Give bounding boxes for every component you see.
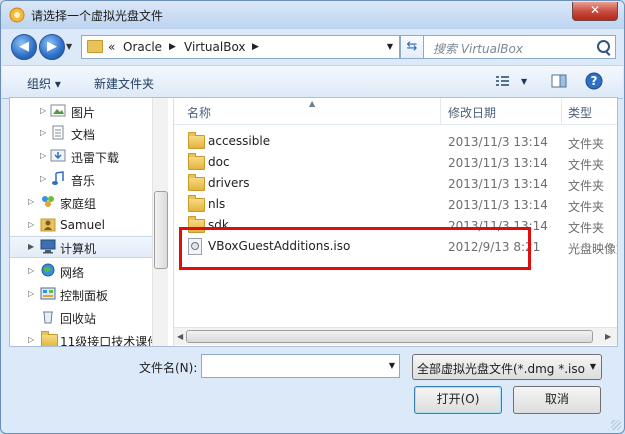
cancel-button[interactable]: 取消 bbox=[513, 386, 601, 414]
music-icon bbox=[52, 171, 64, 185]
file-list[interactable]: ▲ 名称 修改日期 类型 accessible 2013/11/3 13:14 … bbox=[174, 98, 617, 346]
highlight-annotation bbox=[179, 227, 531, 270]
download-icon bbox=[50, 149, 66, 162]
back-button[interactable]: ◀ bbox=[11, 34, 37, 60]
folder-icon bbox=[87, 40, 103, 53]
help-icon[interactable]: ? bbox=[585, 72, 603, 90]
file-row[interactable]: doc 2013/11/3 13:14 文件夹 bbox=[174, 152, 617, 173]
chevron-down-icon[interactable]: ▼ bbox=[389, 361, 395, 370]
expand-icon[interactable]: ▷ bbox=[40, 174, 46, 183]
scroll-left-icon[interactable]: ◀ bbox=[177, 332, 183, 341]
expand-icon[interactable]: ▷ bbox=[40, 151, 46, 160]
documents-icon bbox=[52, 125, 64, 140]
browser-area: ▷ 图片 ▷ 文档 ▷ 迅雷下载 ▷ 音乐 ▷ 家庭组 ▷ Samuel ▶ 计… bbox=[9, 97, 618, 347]
address-dropdown[interactable]: ▼ bbox=[381, 35, 400, 59]
expand-icon[interactable]: ▶ bbox=[28, 242, 34, 251]
sidebar-item-recycle-bin[interactable]: 回收站 bbox=[10, 306, 160, 328]
sidebar-item-music[interactable]: ▷ 音乐 bbox=[10, 168, 160, 190]
expand-icon[interactable]: ▷ bbox=[40, 106, 46, 115]
recent-locations-dropdown[interactable]: ▼ bbox=[66, 42, 72, 51]
title-bar[interactable]: 请选择一个虚拟光盘文件 ✕ bbox=[1, 1, 624, 29]
preview-pane-icon[interactable] bbox=[550, 72, 568, 90]
homegroup-icon bbox=[42, 196, 54, 207]
filename-label: 文件名(N): bbox=[139, 361, 198, 375]
scrollbar-thumb[interactable] bbox=[186, 330, 593, 343]
window-title: 请选择一个虚拟光盘文件 bbox=[31, 9, 164, 23]
folder-icon bbox=[188, 174, 205, 191]
search-input[interactable]: 搜索 VirtualBox bbox=[423, 35, 616, 59]
scrollbar-thumb[interactable] bbox=[154, 191, 168, 269]
control-panel-icon bbox=[40, 287, 56, 300]
close-button[interactable]: ✕ bbox=[572, 2, 618, 21]
file-type-select[interactable]: 全部虚拟光盘文件(*.dmg *.iso ▼ bbox=[412, 354, 602, 380]
column-name[interactable]: 名称 bbox=[187, 104, 211, 121]
column-type[interactable]: 类型 bbox=[568, 104, 592, 121]
forward-button[interactable]: ▶ bbox=[39, 34, 65, 60]
chevron-right-icon[interactable]: ▶ bbox=[169, 42, 176, 52]
breadcrumb-overflow[interactable]: « bbox=[108, 40, 115, 54]
view-dropdown-icon[interactable]: ▼ bbox=[521, 77, 527, 86]
sort-ascending-icon: ▲ bbox=[309, 99, 316, 108]
new-folder-button[interactable]: 新建文件夹 bbox=[94, 75, 154, 92]
recycle-bin-icon bbox=[43, 311, 53, 324]
navigation-bar: ◀ ▶ ▼ « Oracle ▶ VirtualBox ▶ ▼ ⇆ 搜索 Vir… bbox=[9, 33, 616, 61]
computer-icon bbox=[40, 239, 56, 254]
sidebar-item-homegroup[interactable]: ▷ 家庭组 bbox=[10, 191, 160, 213]
refresh-button[interactable]: ⇆ bbox=[400, 35, 424, 59]
file-row[interactable]: accessible 2013/11/3 13:14 文件夹 bbox=[174, 131, 617, 152]
refresh-icon: ⇆ bbox=[406, 39, 418, 54]
pictures-icon bbox=[50, 104, 66, 117]
virtualbox-icon bbox=[9, 7, 25, 23]
address-bar[interactable]: « Oracle ▶ VirtualBox ▶ bbox=[81, 35, 383, 59]
expand-icon[interactable]: ▷ bbox=[28, 289, 34, 298]
filename-input[interactable]: ▼ bbox=[201, 354, 400, 378]
sidebar-item-downloads[interactable]: ▷ 迅雷下载 bbox=[10, 145, 160, 167]
sidebar-item-documents[interactable]: ▷ 文档 bbox=[10, 122, 160, 144]
view-options-icon[interactable] bbox=[494, 72, 512, 90]
organize-button[interactable]: 组织 ▾ bbox=[27, 75, 61, 92]
nav-pane-scrollbar[interactable] bbox=[152, 98, 168, 346]
column-date[interactable]: 修改日期 bbox=[448, 104, 496, 121]
breadcrumb-virtualbox[interactable]: VirtualBox bbox=[184, 40, 246, 54]
expand-icon[interactable]: ▷ bbox=[28, 220, 34, 229]
folder-icon bbox=[41, 331, 58, 346]
sidebar-item-pictures[interactable]: ▷ 图片 bbox=[10, 100, 160, 122]
expand-icon[interactable]: ▷ bbox=[40, 128, 46, 137]
file-type-value: 全部虚拟光盘文件(*.dmg *.iso bbox=[417, 362, 585, 376]
file-row[interactable]: nls 2013/11/3 13:14 文件夹 bbox=[174, 194, 617, 215]
expand-icon[interactable]: ▷ bbox=[28, 197, 34, 206]
file-list-scrollbar[interactable]: ◀ ▶ bbox=[174, 327, 617, 345]
search-placeholder: 搜索 VirtualBox bbox=[433, 42, 523, 56]
file-dialog-window: 请选择一个虚拟光盘文件 ✕ ◀ ▶ ▼ « Oracle ▶ VirtualBo… bbox=[0, 0, 625, 434]
sidebar-item-courseware-folder[interactable]: ▷ 11级接口技术课件 bbox=[10, 329, 152, 346]
folder-icon bbox=[188, 195, 205, 212]
column-divider[interactable] bbox=[561, 98, 562, 124]
resize-grip[interactable] bbox=[611, 420, 621, 430]
breadcrumb-oracle[interactable]: Oracle bbox=[123, 40, 162, 54]
search-icon bbox=[597, 40, 610, 53]
expand-icon[interactable]: ▷ bbox=[28, 266, 34, 275]
file-row[interactable]: drivers 2013/11/3 13:14 文件夹 bbox=[174, 173, 617, 194]
sidebar-item-user[interactable]: ▷ Samuel bbox=[10, 214, 160, 236]
network-icon bbox=[41, 263, 55, 277]
chevron-down-icon: ▼ bbox=[589, 362, 596, 371]
chevron-right-icon[interactable]: ▶ bbox=[252, 42, 259, 52]
sidebar-item-control-panel[interactable]: ▷ 控制面板 bbox=[10, 283, 160, 305]
user-icon bbox=[40, 218, 56, 232]
command-bar: 组织 ▾ 新建文件夹 ▼ ? bbox=[2, 65, 623, 99]
scroll-right-icon[interactable]: ▶ bbox=[605, 332, 611, 341]
svg-text:?: ? bbox=[591, 74, 598, 88]
open-button[interactable]: 打开(O) bbox=[414, 386, 502, 414]
column-divider[interactable] bbox=[440, 98, 441, 124]
folder-icon bbox=[188, 153, 205, 170]
navigation-pane[interactable]: ▷ 图片 ▷ 文档 ▷ 迅雷下载 ▷ 音乐 ▷ 家庭组 ▷ Samuel ▶ 计… bbox=[10, 98, 174, 346]
sidebar-item-computer[interactable]: ▶ 计算机 bbox=[10, 236, 160, 258]
folder-icon bbox=[188, 132, 205, 149]
expand-icon[interactable]: ▷ bbox=[28, 335, 34, 344]
column-header: ▲ 名称 修改日期 类型 bbox=[174, 98, 617, 125]
sidebar-item-network[interactable]: ▷ 网络 bbox=[10, 260, 160, 282]
